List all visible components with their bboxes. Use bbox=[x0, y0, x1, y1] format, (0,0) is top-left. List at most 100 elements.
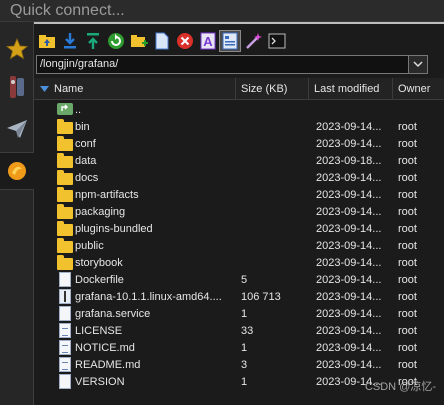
file-size: 33 bbox=[241, 325, 254, 337]
file-modified: 2023-09-14... bbox=[316, 257, 382, 269]
file-row[interactable]: storybook 2023-09-14... root bbox=[34, 255, 444, 272]
folder-up-icon[interactable] bbox=[36, 30, 58, 52]
file-owner: root bbox=[398, 206, 417, 218]
file-name: README.md bbox=[75, 359, 141, 371]
file-row[interactable]: grafana-10.1.1.linux-amd64.... 106 713 202… bbox=[34, 289, 444, 306]
file-icon bbox=[57, 374, 73, 390]
file-owner: root bbox=[398, 121, 417, 133]
file-name: storybook bbox=[75, 257, 123, 269]
file-name: docs bbox=[75, 172, 99, 184]
file-name: VERSION bbox=[75, 376, 125, 388]
file-name: grafana.service bbox=[75, 308, 151, 320]
file-modified: 2023-09-14... bbox=[316, 138, 382, 150]
chevron-down-icon bbox=[413, 61, 423, 68]
file-name: conf bbox=[75, 138, 96, 150]
file-name: packaging bbox=[75, 206, 126, 218]
file-row[interactable]: Dockerfile 5 2023-09-14... root bbox=[34, 272, 444, 289]
file-row[interactable]: LICENSE 33 2023-09-14... root bbox=[34, 323, 444, 340]
file-name: Dockerfile bbox=[75, 274, 124, 286]
properties-icon[interactable] bbox=[219, 30, 241, 52]
text-file-icon bbox=[57, 340, 73, 356]
file-owner: root bbox=[398, 325, 417, 337]
file-row[interactable]: plugins-bundled 2023-09-14... root bbox=[34, 221, 444, 238]
sort-down-icon bbox=[40, 86, 49, 93]
new-file-icon[interactable] bbox=[151, 30, 173, 52]
file-owner: root bbox=[398, 189, 417, 201]
tools-icon[interactable] bbox=[0, 68, 33, 106]
path-field[interactable]: /longjin/grafana/ bbox=[36, 55, 428, 74]
file-row[interactable]: grafana.service 1 2023-09-14... root bbox=[34, 306, 444, 323]
file-name: LICENSE bbox=[75, 325, 123, 337]
folder-icon bbox=[57, 238, 73, 254]
file-owner: root bbox=[398, 223, 417, 235]
file-row[interactable]: npm-artifacts 2023-09-14... root bbox=[34, 187, 444, 204]
parent-directory-row[interactable]: .. bbox=[34, 102, 444, 119]
file-row[interactable]: data 2023-09-18... root bbox=[34, 153, 444, 170]
file-row[interactable]: public 2023-09-14... root bbox=[34, 238, 444, 255]
column-modified[interactable]: Last modified bbox=[309, 78, 393, 100]
paper-plane-icon[interactable] bbox=[0, 110, 33, 148]
download-icon[interactable] bbox=[59, 30, 81, 52]
file-owner: root bbox=[398, 257, 417, 269]
folder-icon bbox=[57, 255, 73, 271]
file-owner: root bbox=[398, 240, 417, 252]
refresh-icon[interactable] bbox=[105, 30, 127, 52]
path-dropdown-button[interactable] bbox=[408, 55, 428, 74]
folder-icon bbox=[57, 204, 73, 220]
file-modified: 2023-09-14... bbox=[316, 121, 382, 133]
column-header: Name Size (KB) Last modified Owner bbox=[34, 78, 444, 100]
file-icon bbox=[57, 272, 73, 288]
file-name: npm-artifacts bbox=[75, 189, 139, 201]
side-rail bbox=[0, 22, 34, 405]
file-row[interactable]: docs 2023-09-14... root bbox=[34, 170, 444, 187]
folder-icon bbox=[57, 170, 73, 186]
file-row[interactable]: README.md 3 2023-09-14... root bbox=[34, 357, 444, 374]
file-modified: 2023-09-14... bbox=[316, 206, 382, 218]
file-owner: root bbox=[398, 172, 417, 184]
file-name: plugins-bundled bbox=[75, 223, 153, 235]
file-name: grafana-10.1.1.linux-amd64.... bbox=[75, 291, 222, 303]
star-icon[interactable] bbox=[0, 30, 33, 68]
file-modified: 2023-09-14... bbox=[316, 223, 382, 235]
file-row[interactable]: conf 2023-09-14... root bbox=[34, 136, 444, 153]
file-row[interactable]: packaging 2023-09-14... root bbox=[34, 204, 444, 221]
file-modified: 2023-09-14... bbox=[316, 172, 382, 184]
file-modified: 2023-09-14... bbox=[316, 240, 382, 252]
file-size: 1 bbox=[241, 376, 248, 388]
file-size: 1 bbox=[241, 342, 248, 354]
sftp-tab-icon[interactable] bbox=[0, 152, 34, 190]
column-name[interactable]: Name bbox=[34, 78, 236, 100]
terminal-icon[interactable] bbox=[266, 30, 288, 52]
file-size: 106 713 bbox=[241, 291, 281, 303]
folder-icon bbox=[57, 119, 73, 135]
column-size[interactable]: Size (KB) bbox=[236, 78, 309, 100]
quick-connect-bar bbox=[0, 0, 444, 22]
delete-icon[interactable] bbox=[174, 30, 196, 52]
archive-file-icon bbox=[57, 289, 73, 305]
rename-icon[interactable]: A bbox=[197, 30, 219, 52]
column-owner[interactable]: Owner bbox=[393, 78, 444, 100]
text-file-icon bbox=[57, 323, 73, 339]
magic-wand-icon[interactable] bbox=[243, 30, 265, 52]
file-owner: root bbox=[398, 155, 417, 167]
folder-icon bbox=[57, 187, 73, 203]
file-modified: 2023-09-14... bbox=[316, 189, 382, 201]
quick-connect-input[interactable] bbox=[0, 0, 444, 21]
file-modified: 2023-09-14... bbox=[316, 325, 382, 337]
file-name: data bbox=[75, 155, 97, 167]
file-name: bin bbox=[75, 121, 90, 133]
toolbar: A bbox=[34, 30, 444, 54]
file-row[interactable]: bin 2023-09-14... root bbox=[34, 119, 444, 136]
file-name: NOTICE.md bbox=[75, 342, 135, 354]
file-owner: root bbox=[398, 274, 417, 286]
upload-icon[interactable] bbox=[82, 30, 104, 52]
file-modified: 2023-09-14... bbox=[316, 342, 382, 354]
file-size: 1 bbox=[241, 308, 248, 320]
file-size: 5 bbox=[241, 274, 248, 286]
file-modified: 2023-09-14... bbox=[316, 308, 382, 320]
watermark: CSDN @凉忆- bbox=[364, 381, 436, 393]
folder-icon bbox=[57, 221, 73, 237]
file-row[interactable]: NOTICE.md 1 2023-09-14... root bbox=[34, 340, 444, 357]
svg-text:A: A bbox=[203, 34, 213, 49]
new-folder-icon[interactable] bbox=[128, 30, 150, 52]
